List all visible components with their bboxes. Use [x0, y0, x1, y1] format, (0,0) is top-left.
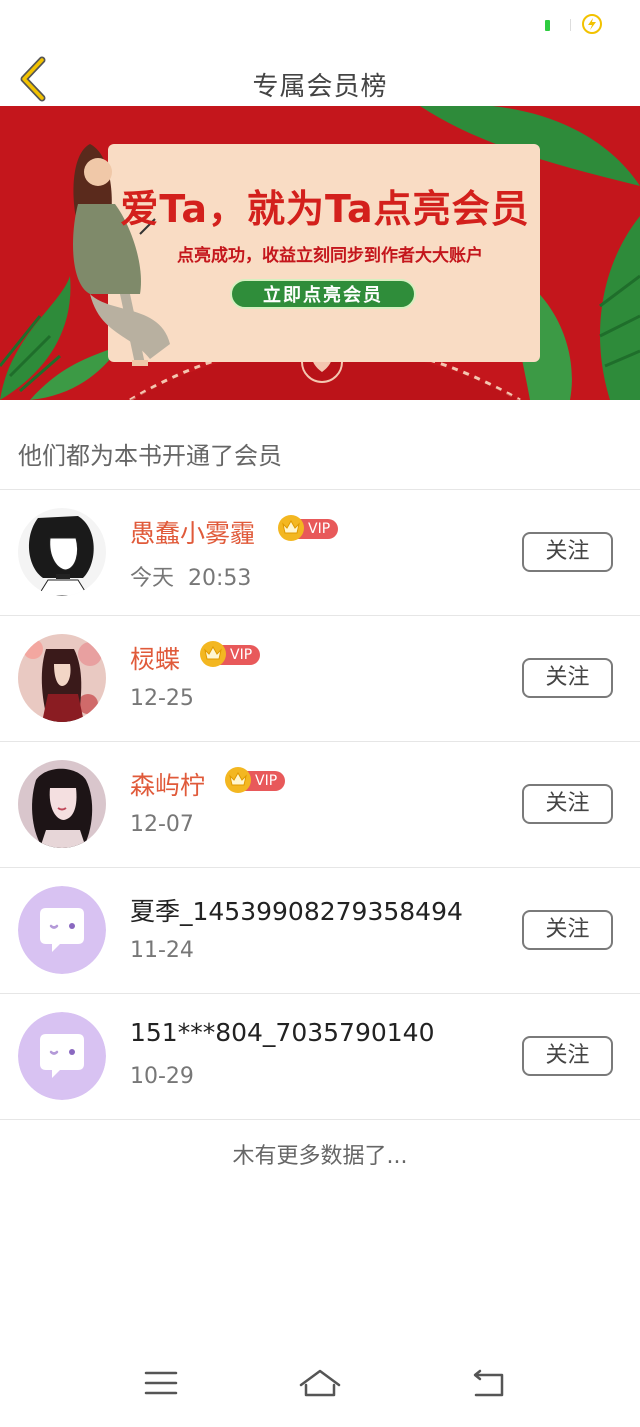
- follow-button[interactable]: 关注: [522, 1036, 613, 1076]
- avatar[interactable]: [18, 760, 106, 848]
- member-date: 今天 20:53: [130, 566, 252, 591]
- member-date: 10-29: [130, 1064, 194, 1089]
- home-icon: [299, 1369, 341, 1397]
- chat-bubble-icon: [18, 886, 106, 974]
- avatar[interactable]: [18, 1012, 106, 1100]
- follow-button[interactable]: 关注: [522, 532, 613, 572]
- follow-button[interactable]: 关注: [522, 658, 613, 698]
- top-bar: 专属会员榜: [0, 50, 640, 106]
- menu-icon: [144, 1371, 178, 1395]
- avatar[interactable]: [18, 634, 106, 722]
- member-name[interactable]: 森屿柠: [130, 766, 205, 802]
- follow-button[interactable]: 关注: [522, 784, 613, 824]
- list-item[interactable]: 151***804_7035790140 10-29 关注: [0, 994, 640, 1120]
- end-of-list-text: 木有更多数据了...: [232, 1144, 408, 1169]
- home-button[interactable]: [295, 1363, 345, 1403]
- status-divider: [570, 19, 571, 31]
- member-name[interactable]: 151***804_7035790140: [130, 1018, 435, 1047]
- activate-vip-button[interactable]: 立即点亮会员: [230, 279, 416, 309]
- member-date: 12-25: [130, 686, 194, 711]
- list-item[interactable]: 愚蠢小雾霾 VIP 今天 20:53 关注: [0, 490, 640, 616]
- back-arrow-icon: [473, 1369, 504, 1397]
- signal-icon: [545, 20, 550, 31]
- section-title: 他们都为本书开通了会员: [18, 442, 282, 470]
- list-item[interactable]: 夏季_14539908279358494 11-24 关注: [0, 868, 640, 994]
- page-title: 专属会员榜: [252, 72, 388, 102]
- member-date: 12-07: [130, 812, 194, 837]
- list-item[interactable]: 棂蝶 VIP 12-25 关注: [0, 616, 640, 742]
- chat-bubble-icon: [18, 1012, 106, 1100]
- menu-button[interactable]: [136, 1363, 186, 1403]
- crown-icon: [278, 515, 304, 541]
- avatar[interactable]: [18, 508, 106, 596]
- follow-button[interactable]: 关注: [522, 910, 613, 950]
- crown-icon: [225, 767, 251, 793]
- banner-subtitle: 点亮成功，收益立刻同步到作者大大账户: [177, 246, 483, 266]
- member-name[interactable]: 夏季_14539908279358494: [130, 892, 463, 928]
- member-name[interactable]: 愚蠢小雾霾: [130, 514, 255, 550]
- system-back-button[interactable]: [464, 1363, 514, 1403]
- charging-icon: [582, 14, 602, 34]
- system-nav-bar: [0, 1347, 640, 1427]
- banner-headline: 爱Ta，就为Ta点亮会员: [120, 187, 530, 231]
- member-name[interactable]: 棂蝶: [130, 640, 180, 676]
- status-bar: [0, 0, 640, 50]
- member-date: 11-24: [130, 938, 194, 963]
- avatar[interactable]: [18, 886, 106, 974]
- member-list: 愚蠢小雾霾 VIP 今天 20:53 关注 棂蝶 VIP 12-25 关注 森屿…: [0, 490, 640, 1120]
- crown-icon: [200, 641, 226, 667]
- list-item[interactable]: 森屿柠 VIP 12-07 关注: [0, 742, 640, 868]
- promo-banner[interactable]: 爱Ta，就为Ta点亮会员 点亮成功，收益立刻同步到作者大大账户 立即点亮会员: [0, 106, 640, 400]
